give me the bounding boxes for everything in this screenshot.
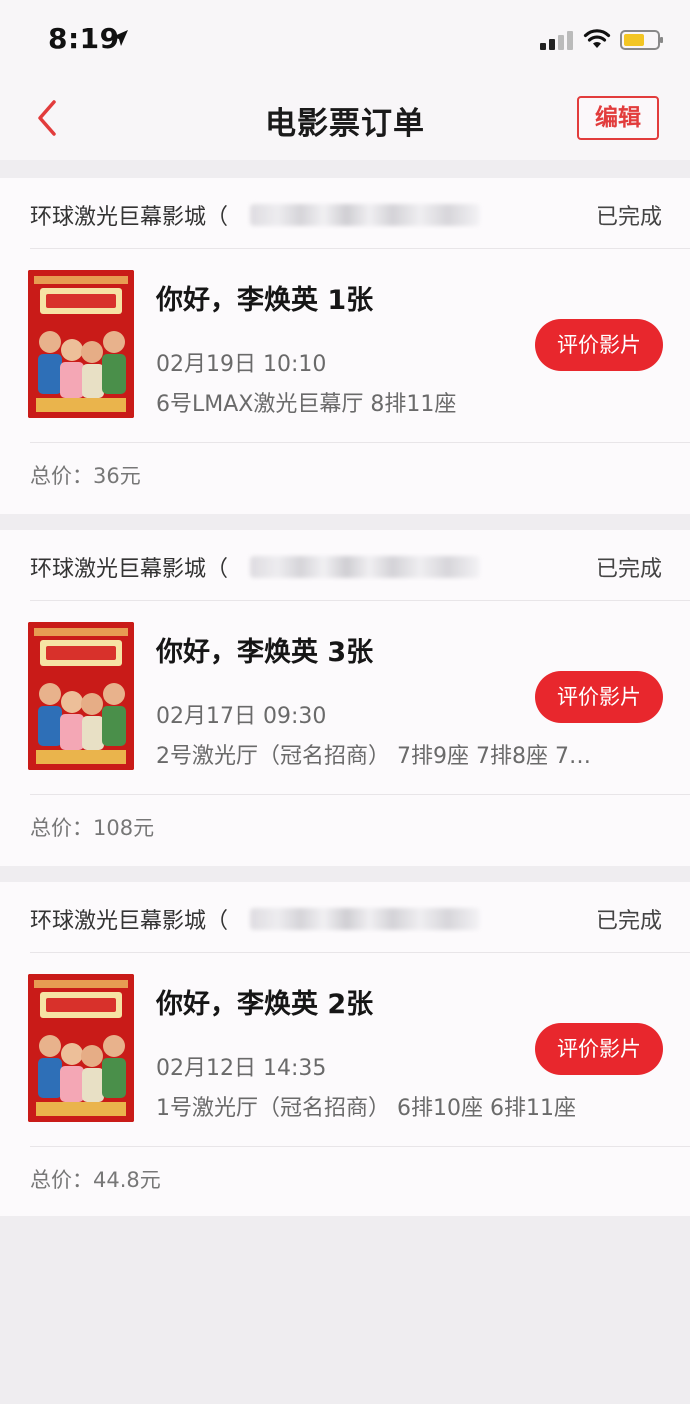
order-status: 已完成: [595, 909, 662, 934]
order-status: 已完成: [595, 205, 662, 230]
total-price: 总价：108元: [30, 816, 155, 840]
movie-poster-image: [28, 974, 134, 1122]
redacted-address: [250, 908, 480, 930]
order-header: 环球激光巨幕影城（ 已完成: [0, 178, 690, 248]
seat-info: 2号激光厅（冠名招商） 7排9座 7排8座 7…: [156, 744, 591, 769]
empty-area: [0, 1216, 690, 1404]
movie-poster[interactable]: [28, 622, 134, 770]
order-header: 环球激光巨幕影城（ 已完成: [0, 530, 690, 600]
seat-info: 1号激光厅（冠名招商） 6排10座 6排11座: [156, 1096, 576, 1121]
review-movie-button[interactable]: 评价影片: [535, 671, 663, 723]
order-card[interactable]: 环球激光巨幕影城（ 已完成 你好，李焕英 3张 02月17日 09:30 2号激…: [0, 530, 690, 866]
status-time: 8:19: [48, 22, 120, 55]
divider: [30, 794, 690, 795]
redacted-address: [250, 204, 480, 226]
movie-poster[interactable]: [28, 974, 134, 1122]
seat-info: 6号LMAX激光巨幕厅 8排11座: [156, 392, 457, 417]
showtime: 02月12日 14:35: [156, 1056, 327, 1081]
movie-title: 你好，李焕英 3张: [156, 637, 374, 668]
order-header: 环球激光巨幕影城（ 已完成: [0, 882, 690, 952]
status-bar: 8:19: [0, 0, 690, 78]
battery-icon: [620, 30, 663, 50]
location-arrow-icon: [112, 30, 128, 46]
divider: [30, 952, 690, 953]
cinema-name: 环球激光巨幕影城（: [30, 909, 229, 934]
review-movie-button[interactable]: 评价影片: [535, 319, 663, 371]
showtime: 02月19日 10:10: [156, 352, 327, 377]
wifi-icon: [583, 29, 611, 48]
redacted-address: [250, 556, 480, 578]
edit-button[interactable]: 编辑: [577, 96, 659, 140]
cellular-signal-icon: [540, 31, 573, 50]
showtime: 02月17日 09:30: [156, 704, 327, 729]
cinema-name: 环球激光巨幕影城（: [30, 205, 229, 230]
review-movie-button[interactable]: 评价影片: [535, 1023, 663, 1075]
movie-title: 你好，李焕英 2张: [156, 989, 374, 1020]
order-status: 已完成: [595, 557, 662, 582]
total-price: 总价：44.8元: [30, 1168, 161, 1192]
divider: [30, 600, 690, 601]
movie-poster[interactable]: [28, 270, 134, 418]
total-price: 总价：36元: [30, 464, 141, 488]
divider: [30, 1146, 690, 1147]
movie-poster-image: [28, 622, 134, 770]
order-card[interactable]: 环球激光巨幕影城（ 已完成 你好，李焕英 2张 02月12日 14:35 1号激…: [0, 882, 690, 1218]
divider: [30, 442, 690, 443]
divider: [30, 248, 690, 249]
movie-title: 你好，李焕英 1张: [156, 285, 374, 316]
cinema-name: 环球激光巨幕影城（: [30, 557, 229, 582]
movie-poster-image: [28, 270, 134, 418]
order-card[interactable]: 环球激光巨幕影城（ 已完成 你好，李焕英 1张 02月19日 10:10 6号L…: [0, 178, 690, 514]
